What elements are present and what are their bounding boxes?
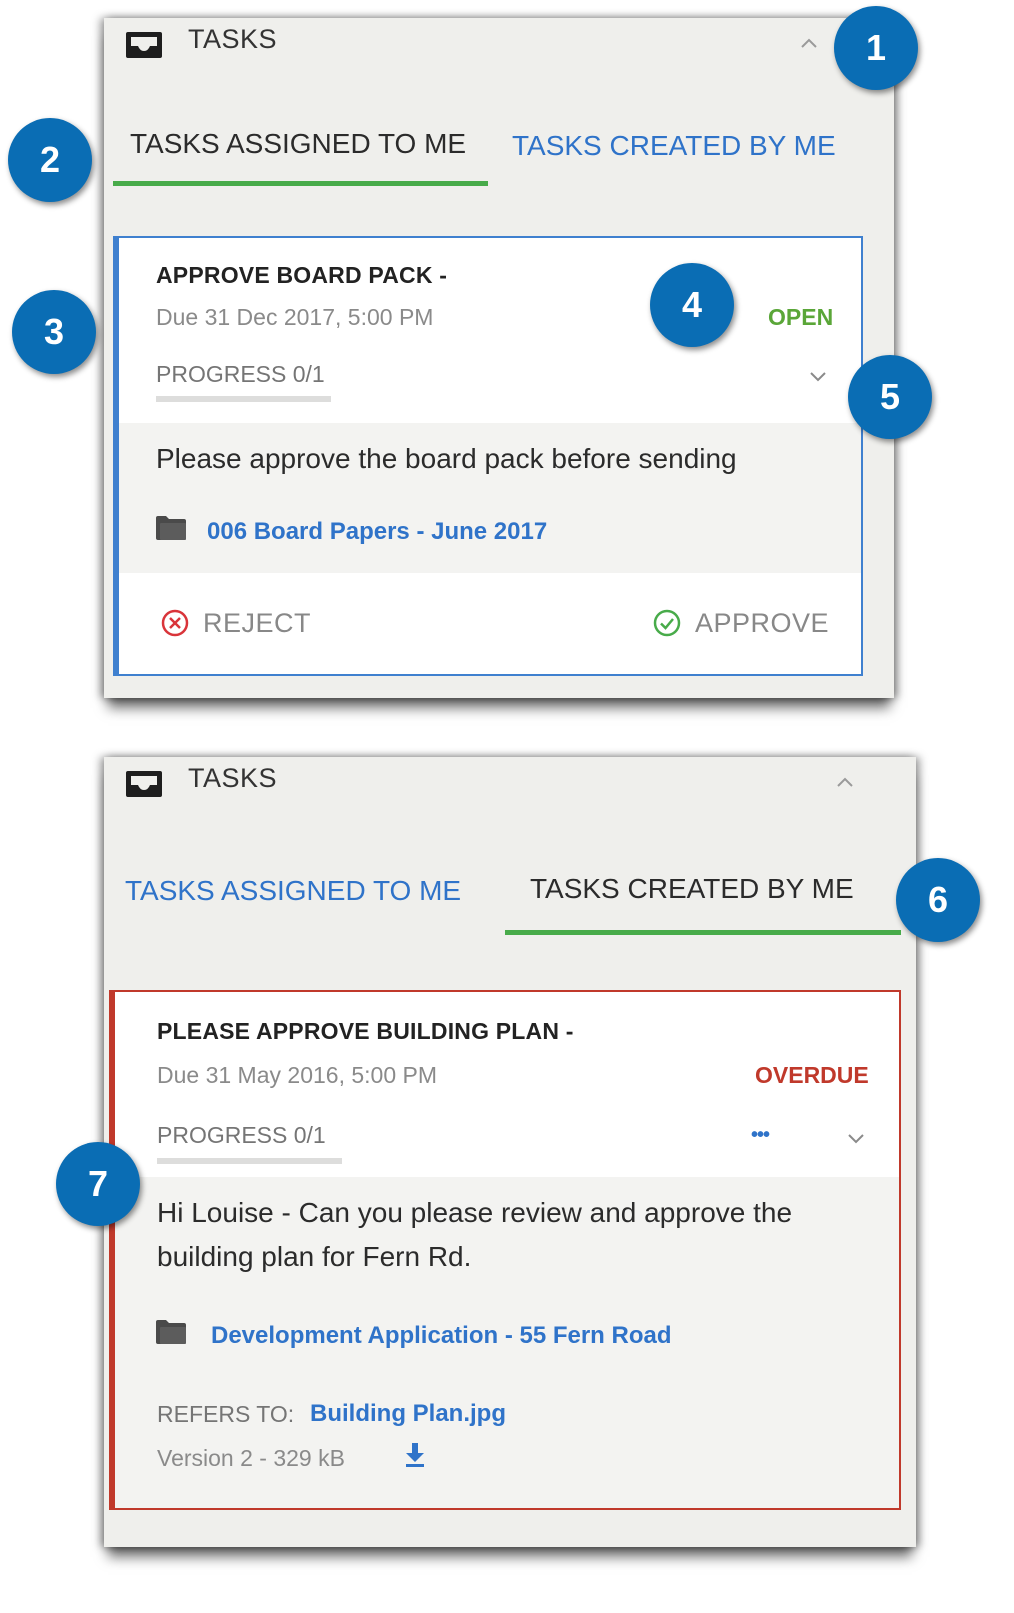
tab-tasks-assigned-to-me[interactable]: TASKS ASSIGNED TO ME — [130, 128, 466, 160]
task-details: Please approve the board pack before sen… — [119, 423, 861, 573]
tab-tasks-assigned-to-me[interactable]: TASKS ASSIGNED TO ME — [125, 875, 461, 907]
callout-badge-2: 2 — [8, 118, 92, 202]
chevron-up-icon[interactable] — [798, 36, 820, 50]
chevron-down-icon[interactable] — [845, 1132, 867, 1146]
tray-icon — [126, 771, 162, 797]
version-info: Version 2 - 329 kB — [157, 1445, 345, 1471]
task-due-date: Due 31 May 2016, 5:00 PM — [157, 1062, 437, 1088]
active-tab-indicator — [505, 930, 901, 935]
progress-bar — [157, 1158, 342, 1164]
callout-badge-4: 4 — [650, 263, 734, 347]
folder-icon — [156, 1320, 186, 1344]
task-details: Hi Louise - Can you please review and ap… — [115, 1177, 899, 1508]
approve-icon[interactable] — [652, 608, 682, 638]
callout-badge-5: 5 — [848, 355, 932, 439]
callout-badge-7: 7 — [56, 1142, 140, 1226]
task-card[interactable]: APPROVE BOARD PACK - Due 31 Dec 2017, 5:… — [113, 236, 863, 676]
tasks-title: TASKS — [188, 763, 278, 793]
refers-to-file-link[interactable]: Building Plan.jpg — [310, 1400, 506, 1428]
progress-label: PROGRESS 0/1 — [156, 361, 325, 387]
tray-icon — [126, 32, 162, 58]
folder-link[interactable]: 006 Board Papers - June 2017 — [207, 518, 547, 546]
status-badge: OPEN — [768, 304, 834, 330]
tasks-header: TASKS — [104, 757, 916, 817]
active-tab-indicator — [113, 181, 488, 186]
tasks-title: TASKS — [188, 24, 278, 54]
tasks-header: TASKS — [104, 18, 894, 78]
task-title: PLEASE APPROVE BUILDING PLAN - — [157, 1018, 574, 1044]
status-badge: OVERDUE — [755, 1062, 869, 1088]
callout-badge-6: 6 — [896, 858, 980, 942]
progress-label: PROGRESS 0/1 — [157, 1122, 326, 1148]
more-options-icon[interactable]: ••• — [751, 1124, 770, 1147]
approve-button[interactable]: APPROVE — [695, 608, 829, 639]
task-title: APPROVE BOARD PACK - — [156, 262, 448, 288]
refers-to-label: REFERS TO: — [157, 1401, 295, 1427]
callout-badge-3: 3 — [12, 290, 96, 374]
task-card[interactable]: PLEASE APPROVE BUILDING PLAN - Due 31 Ma… — [109, 990, 901, 1510]
tab-tasks-created-by-me[interactable]: TASKS CREATED BY ME — [512, 130, 836, 162]
progress-bar — [156, 396, 331, 402]
task-description: Hi Louise - Can you please review and ap… — [157, 1197, 793, 1272]
callout-badge-1: 1 — [834, 6, 918, 90]
tasks-panel-assigned: TASKS TASKS ASSIGNED TO ME TASKS CREATED… — [104, 18, 894, 698]
tasks-panel-created: TASKS TASKS ASSIGNED TO ME TASKS CREATED… — [104, 757, 916, 1547]
task-due-date: Due 31 Dec 2017, 5:00 PM — [156, 304, 434, 330]
chevron-down-icon[interactable] — [807, 370, 829, 384]
folder-icon — [156, 516, 186, 540]
folder-link[interactable]: Development Application - 55 Fern Road — [211, 1322, 672, 1350]
task-description: Please approve the board pack before sen… — [156, 443, 737, 474]
download-icon[interactable] — [403, 1441, 427, 1469]
chevron-up-icon[interactable] — [834, 775, 856, 789]
reject-button[interactable]: REJECT — [203, 608, 311, 639]
reject-icon[interactable] — [160, 608, 190, 638]
tab-tasks-created-by-me[interactable]: TASKS CREATED BY ME — [530, 873, 854, 905]
